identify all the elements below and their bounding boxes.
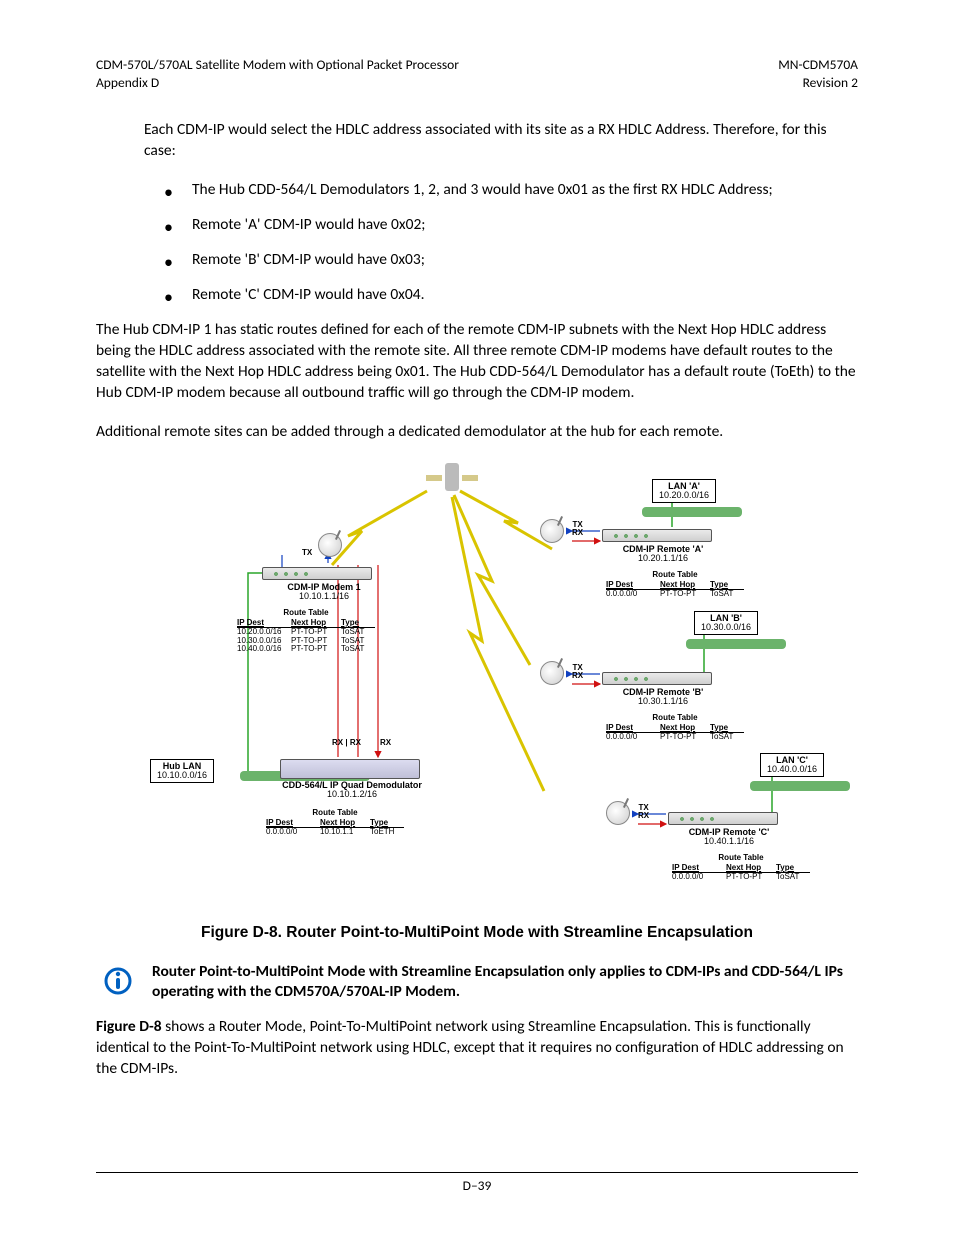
modem-icon bbox=[602, 672, 712, 685]
hub-demod-route-table: Route Table IP DestNext HopType 0.0.0.0/… bbox=[266, 809, 404, 837]
header-left-2: Appendix D bbox=[96, 74, 459, 92]
dish-icon bbox=[540, 519, 564, 543]
bullet-item: Remote 'A' CDM-IP would have 0x02; bbox=[144, 215, 858, 236]
txrx-label: TXRX bbox=[572, 664, 583, 681]
figure-d8: Hub LAN10.10.0.0/16 LAN 'A'10.20.0.0/16 … bbox=[132, 461, 822, 911]
intro-paragraph: Each CDM-IP would select the HDLC addres… bbox=[144, 120, 858, 162]
modem-icon bbox=[262, 567, 372, 580]
remote-a-label: CDM-IP Remote 'A'10.20.1.1/16 bbox=[608, 545, 718, 564]
remote-c-route-table: Route Table IP DestNext HopType 0.0.0.0/… bbox=[672, 854, 810, 882]
modem-icon bbox=[602, 529, 712, 542]
paragraph-3: Additional remote sites can be added thr… bbox=[96, 422, 858, 443]
modem-icon bbox=[668, 812, 778, 825]
satellite-icon bbox=[432, 463, 472, 495]
info-icon bbox=[96, 962, 140, 1004]
paragraph-2: The Hub CDM-IP 1 has static routes defin… bbox=[96, 320, 858, 404]
figure-caption: Figure D-8. Router Point-to-MultiPoint M… bbox=[96, 923, 858, 944]
hub-modem-route-table: Route Table IP DestNext HopType 10.20.0.… bbox=[237, 609, 375, 654]
dish-icon bbox=[318, 533, 342, 557]
paragraph-4: Figure D-8 shows a Router Mode, Point-To… bbox=[96, 1017, 858, 1080]
lan-b-box: LAN 'B'10.30.0.0/16 bbox=[694, 611, 758, 636]
remote-b-label: CDM-IP Remote 'B'10.30.1.1/16 bbox=[608, 688, 718, 707]
lan-a-box: LAN 'A'10.20.0.0/16 bbox=[652, 479, 716, 504]
lan-bar bbox=[642, 507, 742, 517]
page-footer: D–39 bbox=[96, 1172, 858, 1195]
header-right-2: Revision 2 bbox=[778, 74, 858, 92]
remote-b-route-table: Route Table IP DestNext HopType 0.0.0.0/… bbox=[606, 714, 744, 742]
lan-bar bbox=[750, 781, 850, 791]
dish-icon bbox=[606, 801, 630, 825]
note-text: Router Point-to-MultiPoint Mode with Str… bbox=[152, 962, 858, 1004]
rx-label: RX | RX bbox=[332, 739, 361, 747]
lan-c-box: LAN 'C'10.40.0.0/16 bbox=[760, 753, 824, 778]
hub-modem-label: CDM-IP Modem 110.10.1.1/16 bbox=[274, 583, 374, 602]
txrx-label: TXRX bbox=[572, 521, 583, 538]
page-header: CDM-570L/570AL Satellite Modem with Opti… bbox=[96, 56, 858, 92]
hub-demod-label: CDD-564/L IP Quad Demodulator10.10.1.2/1… bbox=[272, 781, 432, 800]
txrx-label: TXRX bbox=[638, 804, 649, 821]
remote-a-route-table: Route Table IP DestNext HopType 0.0.0.0/… bbox=[606, 571, 744, 599]
remote-c-label: CDM-IP Remote 'C'10.40.1.1/16 bbox=[674, 828, 784, 847]
dish-icon bbox=[540, 661, 564, 685]
bullet-item: The Hub CDD-564/L Demodulators 1, 2, and… bbox=[144, 180, 858, 201]
header-right-1: MN-CDM570A bbox=[778, 56, 858, 74]
hub-lan-box: Hub LAN10.10.0.0/16 bbox=[150, 759, 214, 784]
demodulator-icon bbox=[280, 759, 420, 779]
bullet-list: The Hub CDD-564/L Demodulators 1, 2, and… bbox=[144, 180, 858, 306]
lan-bar bbox=[686, 639, 786, 649]
bullet-item: Remote 'B' CDM-IP would have 0x03; bbox=[144, 250, 858, 271]
bullet-item: Remote 'C' CDM-IP would have 0x04. bbox=[144, 285, 858, 306]
important-note: Router Point-to-MultiPoint Mode with Str… bbox=[96, 962, 858, 1004]
header-left-1: CDM-570L/570AL Satellite Modem with Opti… bbox=[96, 56, 459, 74]
tx-label: TX bbox=[302, 549, 312, 557]
rx-label: RX bbox=[380, 739, 391, 747]
